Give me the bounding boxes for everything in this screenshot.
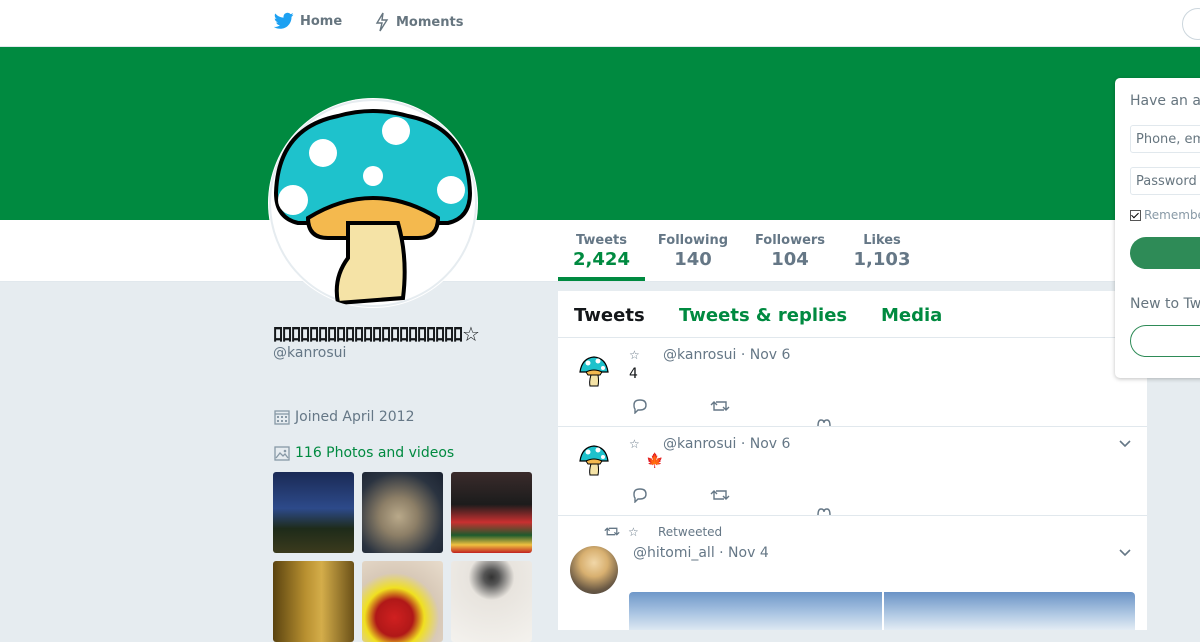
profile-banner xyxy=(0,47,1200,220)
tweet-avatar[interactable] xyxy=(570,437,618,485)
nav-moments[interactable]: Moments xyxy=(374,12,463,32)
nav-home-label: Home xyxy=(300,13,343,29)
retweet-icon[interactable] xyxy=(710,487,730,503)
stat-label: Likes xyxy=(863,233,901,248)
reply-icon[interactable] xyxy=(631,487,649,503)
active-stat-indicator xyxy=(558,277,645,281)
new-to-twitter-label: New to Twitter? xyxy=(1130,296,1200,312)
phone-email-input[interactable]: Phone, email or username xyxy=(1130,125,1200,153)
retweeted-label: Retweeted xyxy=(658,525,723,539)
login-card: Have an account? Phone, email or usernam… xyxy=(1115,78,1200,378)
stat-tweets[interactable]: Tweets 2,424 xyxy=(560,233,643,270)
stat-value: 2,424 xyxy=(573,249,630,270)
retweet-icon[interactable] xyxy=(710,398,730,414)
tweet-avatar[interactable] xyxy=(570,348,618,396)
timeline-tabs: Tweets Tweets & replies Media xyxy=(558,291,1147,338)
checkbox[interactable] xyxy=(1130,209,1141,221)
mushroom-avatar-icon xyxy=(570,437,618,485)
password-input[interactable]: Password xyxy=(1130,167,1200,195)
image-icon xyxy=(274,446,290,461)
photo-thumbnail[interactable] xyxy=(273,472,354,553)
login-button[interactable] xyxy=(1130,237,1200,269)
reply-icon[interactable] xyxy=(631,398,649,414)
stat-followers[interactable]: Followers 104 xyxy=(750,233,830,270)
stat-label: Tweets xyxy=(575,233,628,248)
stat-value: 104 xyxy=(771,249,809,270)
mushroom-avatar-icon xyxy=(570,348,618,396)
stat-following[interactable]: Following 140 xyxy=(652,233,734,270)
login-heading: Have an account? xyxy=(1130,93,1200,109)
tweet-item[interactable]: ☆ Retweeted @hitomi_all · Nov 4 xyxy=(558,516,1147,630)
profile-avatar[interactable] xyxy=(268,98,478,308)
profile-handle[interactable]: @kanrosui xyxy=(273,345,346,361)
calendar-icon xyxy=(274,410,290,425)
tweet-media-image[interactable] xyxy=(884,592,1135,630)
tab-tweets-replies[interactable]: Tweets & replies xyxy=(679,305,847,326)
nav-home[interactable]: Home xyxy=(274,12,342,30)
tweet-meta[interactable]: @kanrosui · Nov 6 xyxy=(663,436,790,452)
tweet-item[interactable]: ☆ @kanrosui · Nov 6 4 xyxy=(558,338,1147,427)
tweet-avatar[interactable] xyxy=(570,546,618,594)
stat-likes[interactable]: Likes 1,103 xyxy=(848,233,916,270)
remember-label: Remember me xyxy=(1144,208,1200,222)
photo-thumbnail[interactable] xyxy=(451,472,532,553)
stat-value: 1,103 xyxy=(853,249,911,270)
user-avatar-button[interactable] xyxy=(1182,8,1200,40)
remember-me-checkbox[interactable]: Remember me xyxy=(1130,208,1200,222)
photo-thumbnail[interactable] xyxy=(362,472,443,553)
stat-value: 140 xyxy=(674,249,712,270)
tweet-meta[interactable]: @kanrosui · Nov 6 xyxy=(663,347,790,363)
signup-button[interactable] xyxy=(1130,325,1200,357)
stat-label: Following xyxy=(657,233,729,248)
profile-stats-bar: Tweets 2,424 Following 140 Followers 104… xyxy=(0,220,1200,282)
tweet-star: ☆ xyxy=(629,437,640,451)
lightning-bolt-icon xyxy=(375,12,389,32)
retweet-icon xyxy=(604,527,620,536)
tweet-star: ☆ xyxy=(628,525,639,539)
mushroom-avatar-icon xyxy=(269,99,477,307)
profile-name: ﾛﾛﾛﾛﾛﾛﾛﾛﾛﾛﾛﾛﾛﾛﾛﾛﾛﾛﾛﾛﾛ☆ xyxy=(273,322,480,346)
tab-media[interactable]: Media xyxy=(881,305,942,326)
tweet-text: 🍁 xyxy=(646,453,664,469)
tweet-star: ☆ xyxy=(629,348,640,362)
nav-moments-label: Moments xyxy=(396,14,464,30)
joined-label: Joined April 2012 xyxy=(295,409,415,425)
stat-label: Followers xyxy=(754,233,826,248)
like-icon[interactable] xyxy=(816,507,832,515)
chevron-down-icon[interactable] xyxy=(1118,439,1132,449)
twitter-bird-icon xyxy=(274,12,294,29)
tweet-media-image[interactable] xyxy=(629,592,882,630)
photos-videos-label: 116 Photos and videos xyxy=(295,445,455,461)
like-icon[interactable] xyxy=(816,418,832,426)
joined-date: Joined April 2012 xyxy=(273,408,415,426)
tab-tweets[interactable]: Tweets xyxy=(574,305,645,326)
top-nav-bar: Home Moments xyxy=(0,0,1200,47)
tweet-text: 4 xyxy=(629,366,638,382)
tweet-meta[interactable]: @hitomi_all · Nov 4 xyxy=(633,545,769,561)
tweet-item[interactable]: ☆ @kanrosui · Nov 6 🍁 xyxy=(558,427,1147,516)
chevron-down-icon[interactable] xyxy=(1118,548,1132,558)
photos-videos-link[interactable]: 116 Photos and videos xyxy=(273,444,454,462)
timeline: Tweets Tweets & replies Media ☆ @kanrosu… xyxy=(558,291,1147,630)
